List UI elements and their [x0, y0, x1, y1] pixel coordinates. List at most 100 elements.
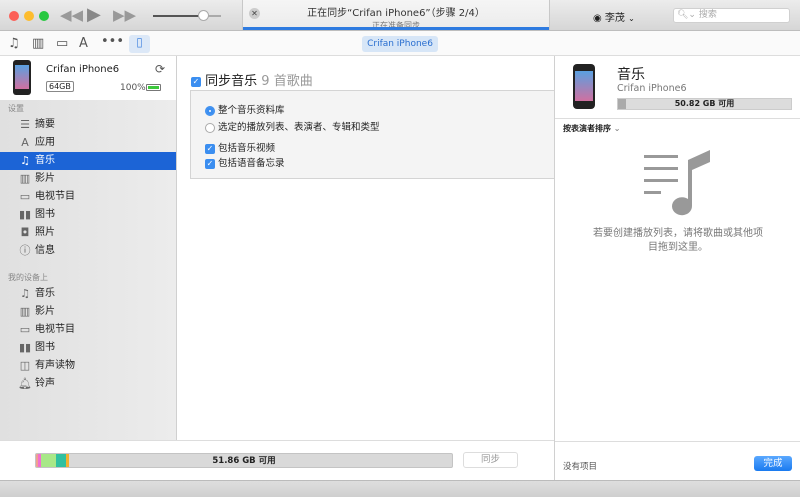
sort-label: 按表演者排序 [563, 124, 611, 133]
option-label: 选定的播放列表、表演者、专辑和类型 [218, 122, 380, 133]
settings-header: 设置 [8, 104, 24, 113]
search-placeholder: 搜索 [698, 10, 717, 20]
close-window-button[interactable] [9, 11, 19, 21]
book-icon: ▮▮ [18, 341, 32, 354]
sidebar-item-music[interactable]: ♫ 音乐 [0, 152, 176, 170]
storage-used-fill [618, 99, 626, 109]
empty-message-line: 目拖到这里。 [648, 242, 708, 253]
volume-knob[interactable] [198, 10, 209, 21]
volume-slider[interactable] [153, 15, 221, 17]
music-icon: ♫ [20, 154, 30, 167]
device-item-music[interactable]: ♫ 音乐 [0, 285, 176, 303]
tv-icon[interactable]: ▭ [56, 36, 68, 51]
storage-segment [41, 454, 56, 467]
item-label: 图书 [35, 342, 55, 353]
sync-icon[interactable]: ⟳ [155, 62, 165, 76]
divider [555, 441, 800, 442]
storage-usage-bar: 51.86 GB 可用 [35, 453, 453, 468]
item-label: 信息 [35, 245, 55, 256]
sidebar-item-movies[interactable]: ▥ 影片 [0, 170, 176, 188]
radio-selected-icon [205, 105, 215, 116]
item-label: 摘要 [35, 119, 55, 130]
item-label: 有声读物 [35, 360, 75, 371]
search-input[interactable]: 🔍︎⌄ 搜索 [673, 8, 790, 23]
item-label: 影片 [35, 173, 55, 184]
checkbox-checked-icon: ✓ [205, 158, 215, 169]
sidebar-item-info[interactable]: ⓘ 信息 [0, 242, 176, 260]
fast-forward-icon[interactable]: ▶▶ [113, 6, 136, 24]
cancel-sync-icon[interactable]: ✕ [249, 8, 260, 19]
done-button[interactable]: 完成 [754, 456, 792, 471]
sidebar-item-summary[interactable]: ☰ 摘要 [0, 116, 176, 134]
item-label: 铃声 [35, 378, 55, 389]
sync-music-label: 同步音乐 [205, 74, 258, 89]
sync-title: 正在同步“Crifan iPhone6”（步骤 2/4） [307, 8, 485, 19]
checkbox-checked-icon: ✓ [205, 143, 215, 154]
radio-selected-items[interactable]: 选定的播放列表、表演者、专辑和类型 [205, 119, 380, 133]
empty-message-line: 若要创建播放列表，请将歌曲或其他项 [593, 228, 763, 239]
device-item-books[interactable]: ▮▮ 图书 [0, 339, 176, 357]
item-label: 音乐 [35, 155, 55, 166]
on-device-header: 我的设备上 [8, 273, 48, 282]
no-items-label: 没有项目 [563, 462, 598, 472]
more-icon[interactable]: ••• [101, 34, 124, 49]
item-label: 影片 [35, 306, 55, 317]
storage-segment [66, 454, 69, 467]
minimize-window-button[interactable] [24, 11, 34, 21]
device-name: Crifan iPhone6 [46, 64, 120, 75]
chevron-down-icon: ⌄ [613, 124, 621, 133]
user-icon: ◉ [593, 13, 602, 24]
checkbox-checked-icon: ✓ [191, 76, 201, 87]
title-bar: ◀◀ ▶ ▶▶ ✕ 正在同步“Crifan iPhone6”（步骤 2/4） 正… [0, 0, 800, 31]
account-menu[interactable]: ◉ 李茂 ⌄ [593, 9, 635, 24]
film-icon: ▥ [19, 172, 31, 185]
summary-icon: ☰ [20, 118, 30, 131]
sidebar-item-apps[interactable]: A 应用 [0, 134, 176, 152]
include-videos-checkbox[interactable]: ✓ 包括音乐视频 [205, 140, 275, 154]
music-icon: ♫ [20, 287, 30, 300]
sync-music-checkbox[interactable]: ✓ 同步音乐 9 首歌曲 [191, 70, 313, 89]
film-icon[interactable]: ▥ [32, 36, 44, 51]
sidebar-item-photos[interactable]: ◘ 照片 [0, 224, 176, 242]
include-memos-checkbox[interactable]: ✓ 包括语音备忘录 [205, 155, 285, 169]
tv-icon: ▭ [19, 190, 31, 203]
device-icon[interactable]: ▯ [129, 35, 150, 53]
device-item-audiobooks[interactable]: ◫ 有声读物 [0, 357, 176, 375]
media-toolbar: ♫ ▥ ▭ A ••• ▯ Crifan iPhone6 [0, 31, 800, 56]
panel-title: 音乐 [617, 67, 645, 83]
radio-entire-library[interactable]: 整个音乐资料库 [205, 102, 285, 116]
sidebar-item-tv[interactable]: ▭ 电视节目 [0, 188, 176, 206]
sync-options-box: 整个音乐资料库 选定的播放列表、表演者、专辑和类型 ✓ 包括音乐视频 ✓ 包括语… [190, 90, 554, 179]
sync-progress-bar [243, 27, 549, 30]
chevron-down-icon: ⌄ [628, 14, 635, 23]
apps-icon[interactable]: A [79, 36, 88, 51]
zoom-window-button[interactable] [39, 11, 49, 21]
item-label: 照片 [35, 227, 55, 238]
song-count: 9 首歌曲 [261, 74, 313, 89]
book-icon: ▮▮ [18, 208, 32, 221]
device-storage-bar: 50.82 GB 可用 [617, 98, 792, 110]
sidebar-item-books[interactable]: ▮▮ 图书 [0, 206, 176, 224]
iphone-image [573, 64, 595, 109]
device-tab[interactable]: Crifan iPhone6 [362, 36, 438, 52]
item-label: 电视节目 [35, 191, 75, 202]
music-settings-panel: ✓ 同步音乐 9 首歌曲 整个音乐资料库 选定的播放列表、表演者、专辑和类型 ✓… [177, 56, 554, 440]
storage-bar-area: 51.86 GB 可用 同步 [0, 440, 554, 480]
status-display: ✕ 正在同步“Crifan iPhone6”（步骤 2/4） 正在准备同步 [242, 0, 550, 30]
play-icon[interactable]: ▶ [87, 4, 101, 25]
device-item-movies[interactable]: ▥ 影片 [0, 303, 176, 321]
user-name: 李茂 [604, 13, 625, 24]
sync-button[interactable]: 同步 [463, 452, 518, 468]
item-label: 应用 [35, 137, 55, 148]
device-free-label: 50.82 GB 可用 [674, 99, 735, 108]
device-item-tv[interactable]: ▭ 电视节目 [0, 321, 176, 339]
device-item-tones[interactable]: 🔔︎ 铃声 [0, 375, 176, 393]
playlist-music-icon [644, 150, 710, 216]
music-icon[interactable]: ♫ [8, 36, 20, 51]
sort-menu[interactable]: 按表演者排序 ⌄ [563, 123, 621, 134]
radio-unselected-icon [205, 122, 215, 133]
panel-device-name: Crifan iPhone6 [617, 83, 687, 94]
battery-icon [146, 84, 161, 91]
rewind-icon[interactable]: ◀◀ [60, 6, 83, 24]
sidebar: Crifan iPhone6 64GB ⟳ 100% 设置 ☰ 摘要 A 应用 ♫ 音… [0, 56, 177, 440]
